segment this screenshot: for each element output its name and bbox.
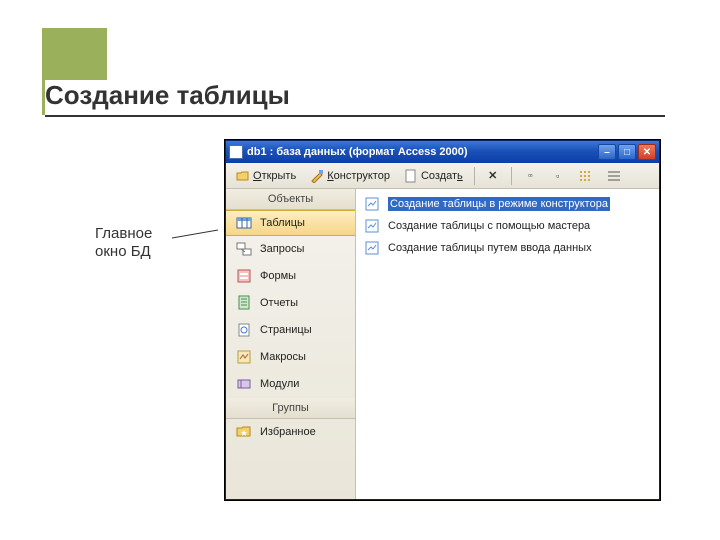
design-icon: [310, 169, 324, 183]
report-icon: [236, 295, 252, 311]
view-small-button[interactable]: ▫▫: [517, 166, 543, 186]
favorites-icon: [236, 424, 252, 440]
sidebar-item-label: Модули: [260, 378, 299, 390]
slide-title: Создание таблицы: [45, 80, 665, 117]
content-pane: Создание таблицы в режиме конструктора С…: [356, 189, 659, 499]
sidebar-item-macros[interactable]: Макросы: [226, 344, 355, 371]
sidebar-item-pages[interactable]: Страницы: [226, 317, 355, 344]
sidebar-item-favorites[interactable]: Избранное: [226, 419, 355, 446]
sidebar-item-forms[interactable]: Формы: [226, 263, 355, 290]
form-icon: [236, 268, 252, 284]
wizard-icon: [364, 240, 380, 256]
toolbar: Открыть Конструктор Создать ✕ ▫▫ ▫: [226, 163, 659, 189]
annotation-arrow: [172, 228, 220, 240]
design-label: Конструктор: [327, 170, 390, 182]
minimize-button[interactable]: –: [598, 144, 616, 160]
large-icons-icon: ▫: [551, 169, 565, 183]
sidebar-item-label: Таблицы: [260, 217, 305, 229]
view-large-button[interactable]: ▫: [545, 166, 571, 186]
sidebar-item-label: Страницы: [260, 324, 312, 336]
list-item-label: Создание таблицы путем ввода данных: [388, 242, 592, 254]
details-icon: [607, 169, 621, 183]
sidebar-header-groups[interactable]: Группы: [226, 398, 355, 419]
list-icon: [579, 169, 593, 183]
table-icon: [236, 215, 252, 231]
window-title: db1 : база данных (формат Access 2000): [247, 146, 594, 158]
open-icon: [236, 169, 250, 183]
separator: [474, 167, 475, 185]
view-details-button[interactable]: [601, 166, 627, 186]
sidebar-item-label: Формы: [260, 270, 296, 282]
sidebar: Объекты Таблицы Запросы Формы Отчеты Стр…: [226, 189, 356, 499]
app-icon: [229, 145, 243, 159]
open-label: Открыть: [253, 170, 296, 182]
open-button[interactable]: Открыть: [230, 166, 302, 186]
list-item-create-entry[interactable]: Создание таблицы путем ввода данных: [356, 237, 659, 259]
close-button[interactable]: ✕: [638, 144, 656, 160]
sidebar-item-label: Макросы: [260, 351, 306, 363]
sidebar-item-modules[interactable]: Модули: [226, 371, 355, 398]
annotation-label: Главное окно БД: [95, 225, 152, 261]
separator: [511, 167, 512, 185]
wizard-icon: [364, 196, 380, 212]
wizard-icon: [364, 218, 380, 234]
query-icon: [236, 241, 252, 257]
list-item-label: Создание таблицы с помощью мастера: [388, 220, 590, 232]
sidebar-header-objects[interactable]: Объекты: [226, 189, 355, 210]
macro-icon: [236, 349, 252, 365]
sidebar-item-label: Запросы: [260, 243, 304, 255]
sidebar-item-tables[interactable]: Таблицы: [226, 210, 355, 236]
new-icon: [404, 169, 418, 183]
design-button[interactable]: Конструктор: [304, 166, 396, 186]
module-icon: [236, 376, 252, 392]
create-label: Создать: [421, 170, 463, 182]
list-item-create-wizard[interactable]: Создание таблицы с помощью мастера: [356, 215, 659, 237]
list-item-label: Создание таблицы в режиме конструктора: [388, 197, 610, 211]
page-icon: [236, 322, 252, 338]
create-button[interactable]: Создать: [398, 166, 469, 186]
delete-icon: ✕: [486, 169, 500, 183]
sidebar-item-queries[interactable]: Запросы: [226, 236, 355, 263]
sidebar-item-label: Избранное: [260, 426, 316, 438]
list-item-create-designer[interactable]: Создание таблицы в режиме конструктора: [356, 193, 659, 215]
delete-button[interactable]: ✕: [480, 166, 506, 186]
titlebar[interactable]: db1 : база данных (формат Access 2000) –…: [226, 141, 659, 163]
maximize-button[interactable]: □: [618, 144, 636, 160]
small-icons-icon: ▫▫: [523, 169, 537, 183]
sidebar-item-reports[interactable]: Отчеты: [226, 290, 355, 317]
client-area: Объекты Таблицы Запросы Формы Отчеты Стр…: [226, 189, 659, 499]
view-list-button[interactable]: [573, 166, 599, 186]
database-window: db1 : база данных (формат Access 2000) –…: [225, 140, 660, 500]
sidebar-item-label: Отчеты: [260, 297, 298, 309]
